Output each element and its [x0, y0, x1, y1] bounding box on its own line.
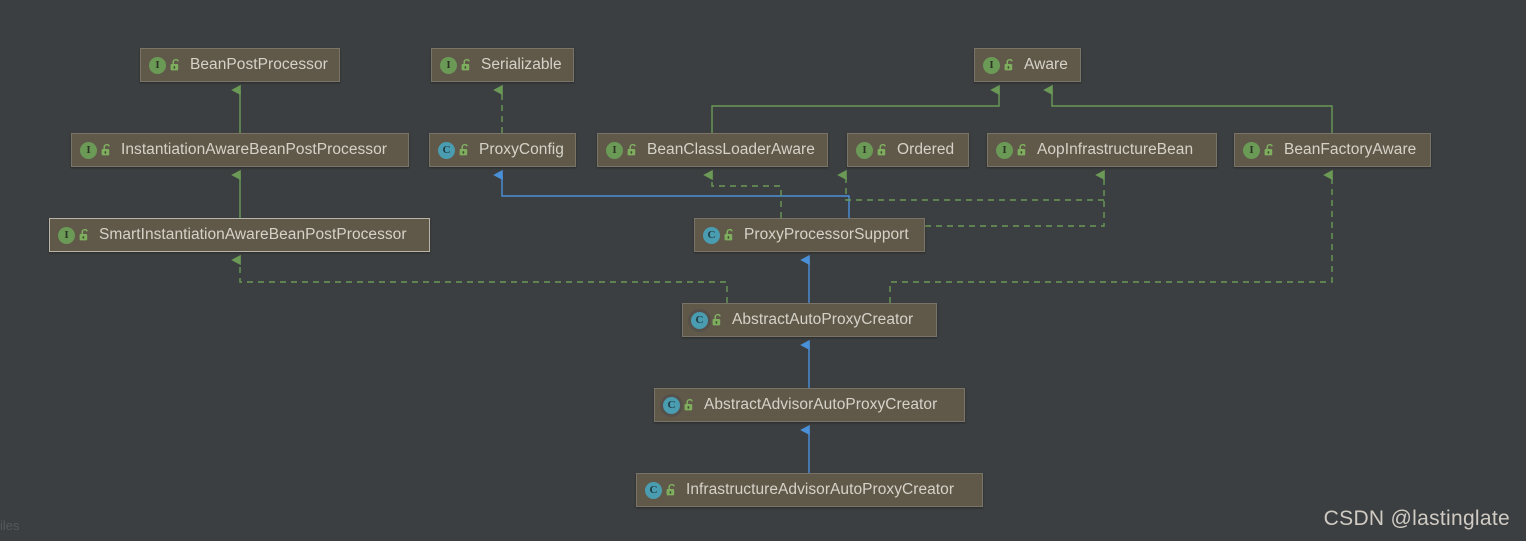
uml-node-label: Ordered [897, 141, 955, 158]
edge-abstractautoproxycreator-to-beanfactoryaware [889, 169, 1333, 303]
interface-icon: I [149, 56, 166, 74]
uml-node-label: InfrastructureAdvisorAutoProxyCreator [686, 481, 955, 498]
uml-diagram-canvas[interactable]: I BeanPostProcessor I Serializable I Aware I In… [0, 0, 1526, 541]
class-icon: C [703, 226, 720, 244]
uml-node-aopinfrastructurebean[interactable]: I AopInfrastructureBean [987, 133, 1217, 167]
uml-node-label: SmartInstantiationAwareBeanPostProcessor [99, 226, 407, 243]
edge-proxyprocessorsupport-to-ordered [837, 169, 1104, 201]
uml-node-ordered[interactable]: I Ordered [847, 133, 969, 167]
uml-node-label: AopInfrastructureBean [1037, 141, 1194, 158]
uml-node-instantiationawarebeanpostprocessor[interactable]: I InstantiationAwareBeanPostProcessor [71, 133, 409, 167]
public-unlocked-padlock-icon [1016, 143, 1029, 157]
uml-node-label: ProxyProcessorSupport [744, 226, 909, 243]
uml-node-label: ProxyConfig [479, 141, 564, 158]
uml-node-smartinstantiationawarebeanpostprocessor[interactable]: I SmartInstantiationAwareBeanPostProcesso… [49, 218, 430, 252]
interface-icon: I [80, 141, 97, 159]
edge-beanclassloaderaware-to-aware [711, 84, 1000, 133]
uml-node-label: Serializable [481, 56, 562, 73]
uml-node-label: AbstractAdvisorAutoProxyCreator [704, 396, 938, 413]
uml-node-label: AbstractAutoProxyCreator [732, 311, 914, 328]
uml-node-aware[interactable]: I Aware [974, 48, 1081, 82]
csdn-watermark: CSDN @lastinglate [1323, 507, 1510, 530]
public-unlocked-padlock-icon [169, 58, 182, 72]
public-unlocked-padlock-icon [683, 398, 696, 412]
public-unlocked-padlock-icon [78, 228, 91, 242]
edge-proxyprocessorsupport-to-beanclassloaderaware [703, 169, 782, 218]
uml-node-beanfactoryaware[interactable]: I BeanFactoryAware [1234, 133, 1431, 167]
uml-node-label: BeanFactoryAware [1284, 141, 1417, 158]
uml-node-beanclassloaderaware[interactable]: I BeanClassLoaderAware [597, 133, 828, 167]
edge-beanfactoryaware-to-aware [1043, 84, 1333, 133]
public-unlocked-padlock-icon [1263, 143, 1276, 157]
uml-node-label: BeanPostProcessor [190, 56, 328, 73]
uml-node-proxyprocessorsupport[interactable]: C ProxyProcessorSupport [694, 218, 925, 252]
interface-icon: I [983, 56, 1000, 74]
public-unlocked-padlock-icon [1003, 58, 1016, 72]
uml-node-infrastructureadvisorautoproxycreator[interactable]: C InfrastructureAdvisorAutoProxyCreator [636, 473, 983, 507]
uml-node-proxyconfig[interactable]: C ProxyConfig [429, 133, 576, 167]
uml-node-abstractadvisorautoproxycreator[interactable]: C AbstractAdvisorAutoProxyCreator [654, 388, 965, 422]
interface-icon: I [606, 141, 623, 159]
edge-proxyprocessorsupport-to-aopinfrastructurebean [925, 169, 1105, 227]
class-icon: C [645, 481, 662, 499]
uml-node-label: Aware [1024, 56, 1068, 73]
public-unlocked-padlock-icon [665, 483, 678, 497]
interface-icon: I [1243, 141, 1260, 159]
public-unlocked-padlock-icon [100, 143, 113, 157]
corner-clipped-text: iles [0, 518, 20, 533]
public-unlocked-padlock-icon [460, 58, 473, 72]
abstract-class-icon: C [691, 311, 708, 329]
interface-icon: I [996, 141, 1013, 159]
interface-icon: I [856, 141, 873, 159]
public-unlocked-padlock-icon [626, 143, 639, 157]
edge-abstractautoproxycreator-to-smartinstantiationaware [231, 254, 728, 303]
public-unlocked-padlock-icon [876, 143, 889, 157]
uml-node-abstractautoproxycreator[interactable]: C AbstractAutoProxyCreator [682, 303, 937, 337]
public-unlocked-padlock-icon [711, 313, 724, 327]
uml-node-beanpostprocessor[interactable]: I BeanPostProcessor [140, 48, 340, 82]
interface-icon: I [440, 56, 457, 74]
public-unlocked-padlock-icon [458, 143, 471, 157]
public-unlocked-padlock-icon [723, 228, 736, 242]
edge-proxyprocessorsupport-to-proxyconfig [493, 169, 850, 218]
uml-node-label: InstantiationAwareBeanPostProcessor [121, 141, 387, 158]
interface-icon: I [58, 226, 75, 244]
class-icon: C [438, 141, 455, 159]
abstract-class-icon: C [663, 396, 680, 414]
uml-node-label: BeanClassLoaderAware [647, 141, 815, 158]
uml-node-serializable[interactable]: I Serializable [431, 48, 574, 82]
